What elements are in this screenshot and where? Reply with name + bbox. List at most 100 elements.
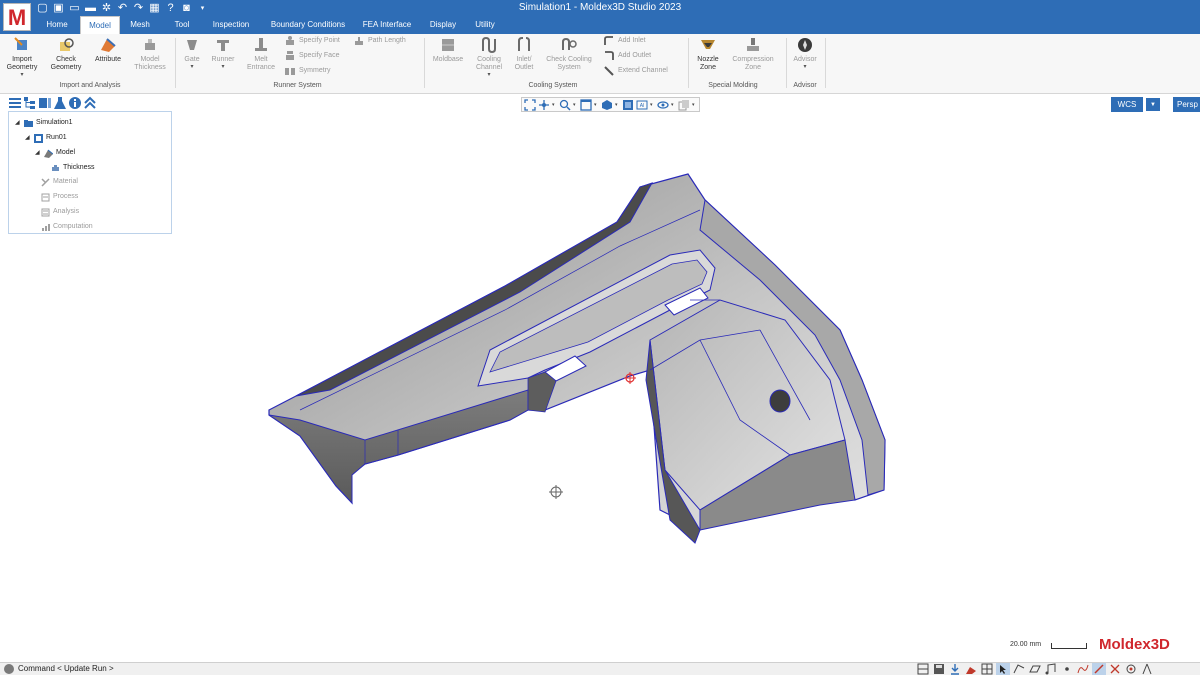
add-inlet-icon <box>604 36 613 45</box>
group-label-special: Special Molding <box>708 82 758 89</box>
path-length-icon <box>355 37 363 45</box>
cube-icon[interactable] <box>601 99 613 111</box>
snap-icon[interactable] <box>1108 663 1122 675</box>
target-icon[interactable] <box>1124 663 1138 675</box>
attribute-button[interactable]: Attribute <box>90 36 126 64</box>
advisor-button[interactable]: Advisor ▾ <box>789 36 821 70</box>
extend-channel-button[interactable]: Extend Channel <box>603 65 668 77</box>
tab-mesh[interactable]: Mesh <box>122 16 158 34</box>
add-inlet-button[interactable]: Add Inlet <box>603 35 646 47</box>
specify-face-button[interactable]: Specify Face <box>284 50 339 62</box>
settings-icon[interactable]: ✲ <box>100 2 113 15</box>
model-thickness-button[interactable]: Model Thickness <box>130 36 170 72</box>
check-geometry-label: Check Geometry <box>50 56 82 71</box>
redo-icon[interactable]: ↷ <box>132 2 145 15</box>
moldbase-button[interactable]: Moldbase <box>429 36 467 64</box>
cooling-channel-button[interactable]: Cooling Channel ▾ <box>471 36 507 78</box>
help-icon[interactable]: ? <box>164 2 177 15</box>
nozzle-zone-label: Nozzle Zone <box>697 56 719 71</box>
curve-icon[interactable] <box>1076 663 1090 675</box>
info-icon[interactable] <box>68 96 82 110</box>
select-icon[interactable] <box>996 663 1010 675</box>
display-mode-icon[interactable] <box>622 99 634 111</box>
calculator-icon[interactable]: ▦ <box>148 2 161 15</box>
tab-utility[interactable]: Utility <box>466 16 504 34</box>
measure-icon[interactable] <box>1140 663 1154 675</box>
face-select-icon[interactable] <box>1028 663 1042 675</box>
tab-home[interactable]: Home <box>38 16 76 34</box>
specify-point-icon <box>286 36 294 45</box>
rotation-center-icon[interactable] <box>549 485 563 499</box>
camera-icon[interactable]: ◙ <box>180 2 193 15</box>
import-geometry-button[interactable]: Import Geometry ▾ <box>3 36 41 78</box>
compression-zone-button[interactable]: Compression Zone <box>728 36 778 72</box>
fit-view-icon[interactable] <box>524 98 536 111</box>
tab-fea-interface[interactable]: FEA Interface <box>356 16 418 34</box>
chevron-down-icon: ▾ <box>803 64 807 70</box>
tab-display[interactable]: Display <box>422 16 464 34</box>
app-logo[interactable]: M <box>3 3 31 31</box>
copy-view-icon[interactable] <box>678 99 690 111</box>
visibility-icon[interactable] <box>657 99 669 111</box>
title-bar: Simulation1 - Moldex3D Studio 2023 ▢ ▣ ▭… <box>0 0 1200 16</box>
view-frame-icon[interactable] <box>580 98 592 111</box>
check-cooling-system-button[interactable]: Check Cooling System <box>543 36 595 72</box>
specify-point-button[interactable]: Specify Point <box>284 35 340 47</box>
brand-prefix: Moldex <box>1099 636 1151 653</box>
extend-channel-icon <box>604 66 614 76</box>
group-separator <box>175 38 176 88</box>
runner-button[interactable]: Runner ▾ <box>208 36 238 70</box>
tab-tool[interactable]: Tool <box>162 16 202 34</box>
mesh-icon[interactable] <box>916 663 930 675</box>
path-length-button[interactable]: Path Length <box>353 35 406 47</box>
chevron-down-icon: ▼ <box>1150 102 1156 108</box>
gate-button[interactable]: Gate ▾ <box>179 36 205 70</box>
folder-icon[interactable]: ▬ <box>84 2 97 15</box>
tab-inspection[interactable]: Inspection <box>204 16 258 34</box>
wcs-dropdown[interactable]: ▼ <box>1145 97 1161 112</box>
symmetry-label: Symmetry <box>299 67 331 74</box>
clean-icon[interactable] <box>964 663 978 675</box>
tree-icon[interactable] <box>23 96 37 110</box>
chevron-down-icon[interactable]: ▾ <box>615 102 620 108</box>
edge-select-icon[interactable] <box>1012 663 1026 675</box>
open-file-icon[interactable]: ▭ <box>68 2 81 15</box>
line-icon[interactable] <box>1092 663 1106 675</box>
chevron-down-icon[interactable]: ▾ <box>692 102 697 108</box>
wcs-button[interactable]: WCS <box>1111 97 1143 112</box>
part-model[interactable] <box>0 112 1200 660</box>
list-icon[interactable] <box>8 96 22 110</box>
collapse-up-icon[interactable] <box>83 96 97 110</box>
note-icon[interactable] <box>1044 663 1058 675</box>
tab-boundary-conditions[interactable]: Boundary Conditions <box>262 16 354 34</box>
perspective-button[interactable]: Persp <box>1173 97 1200 112</box>
inlet-outlet-icon <box>518 37 530 51</box>
check-geometry-button[interactable]: Check Geometry <box>46 36 86 72</box>
chevron-down-icon[interactable]: ▾ <box>552 102 557 108</box>
label-icon[interactable]: Al <box>636 99 648 111</box>
new-file-icon[interactable]: ▢ <box>36 2 49 15</box>
zoom-icon[interactable] <box>559 99 571 111</box>
inlet-outlet-button[interactable]: Inlet/ Outlet <box>509 36 539 72</box>
download-icon[interactable] <box>948 663 962 675</box>
layers-icon[interactable] <box>38 96 52 110</box>
pan-icon[interactable] <box>538 99 550 111</box>
grid-icon[interactable] <box>980 663 994 675</box>
nozzle-zone-button[interactable]: Nozzle Zone <box>691 36 725 72</box>
chevron-down-icon[interactable]: ▾ <box>650 102 655 108</box>
melt-entrance-button[interactable]: Melt Entrance <box>243 36 279 72</box>
chevron-down-icon[interactable]: ▾ <box>196 2 209 15</box>
chevron-down-icon[interactable]: ▾ <box>573 102 578 108</box>
chevron-down-icon[interactable]: ▾ <box>671 102 676 108</box>
flask-icon[interactable] <box>53 96 67 110</box>
chevron-down-icon[interactable]: ▾ <box>594 102 599 108</box>
save-icon[interactable]: ▣ <box>52 2 65 15</box>
point-icon[interactable] <box>1060 663 1074 675</box>
add-outlet-button[interactable]: Add Outlet <box>603 50 651 62</box>
symmetry-button[interactable]: Symmetry <box>284 65 331 77</box>
3d-viewport[interactable] <box>0 112 1200 660</box>
gate-icon <box>187 40 197 50</box>
tab-model[interactable]: Model <box>80 16 120 34</box>
save-state-icon[interactable] <box>932 663 946 675</box>
undo-icon[interactable]: ↶ <box>116 2 129 15</box>
